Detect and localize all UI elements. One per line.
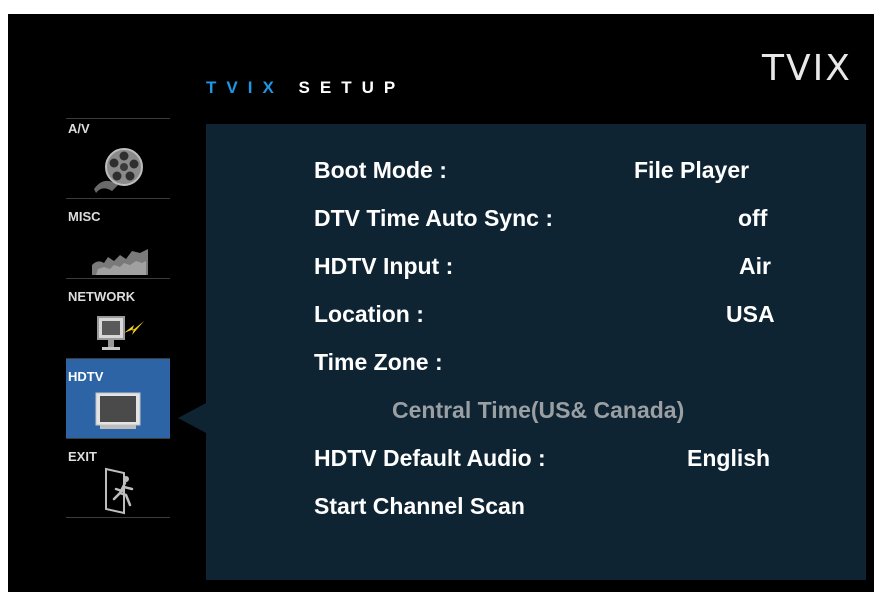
- page-title: TVIX SETUP: [206, 78, 405, 98]
- location-label[interactable]: Location :: [314, 301, 424, 328]
- start-channel-scan-button[interactable]: Start Channel Scan: [314, 493, 525, 520]
- sidebar-item-label: EXIT: [68, 449, 97, 464]
- tvix-logo: TVIX: [762, 48, 852, 89]
- location-value[interactable]: USA: [726, 301, 775, 328]
- active-item-pointer: [178, 402, 208, 434]
- sidebar-item-label: NETWORK: [68, 289, 136, 304]
- tvix-setup-screen: TVIX TVIX SETUP A/V MISC NETWORK HDTV EX…: [8, 14, 874, 592]
- dtv-time-auto-sync-label[interactable]: DTV Time Auto Sync :: [314, 205, 553, 232]
- sidebar-item-label: MISC: [68, 209, 101, 224]
- boot-mode-label[interactable]: Boot Mode :: [314, 157, 447, 184]
- sidebar-item-network[interactable]: NETWORK: [66, 278, 170, 358]
- gears-icon: [92, 249, 148, 275]
- sidebar-item-exit[interactable]: EXIT: [66, 438, 170, 518]
- time-zone-label[interactable]: Time Zone :: [314, 349, 443, 376]
- hdtv-default-audio-value[interactable]: English: [687, 445, 770, 472]
- sidebar-item-label: HDTV: [68, 369, 104, 384]
- hdtv-input-value[interactable]: Air: [739, 253, 771, 280]
- sidebar-item-av[interactable]: A/V: [66, 118, 170, 198]
- film-reel-icon: [94, 148, 143, 193]
- page-title-setup: SETUP: [298, 78, 406, 97]
- setup-sidebar: A/V MISC NETWORK HDTV EXIT: [66, 118, 170, 518]
- hdtv-input-label[interactable]: HDTV Input :: [314, 253, 453, 280]
- sidebar-item-hdtv[interactable]: HDTV: [66, 358, 170, 438]
- sidebar-item-misc[interactable]: MISC: [66, 198, 170, 278]
- dtv-time-auto-sync-value[interactable]: off: [738, 205, 767, 232]
- page-title-brand: TVIX: [206, 78, 284, 97]
- time-zone-value[interactable]: Central Time(US& Canada): [392, 397, 684, 424]
- sidebar-item-label: A/V: [68, 121, 90, 136]
- exit-door-icon: [105, 467, 134, 515]
- hdtv-settings-panel: Boot Mode : File Player DTV Time Auto Sy…: [206, 124, 866, 580]
- hdtv-default-audio-label[interactable]: HDTV Default Audio :: [314, 445, 546, 472]
- network-computer-icon: [97, 316, 144, 350]
- tv-icon: [95, 392, 141, 429]
- boot-mode-value[interactable]: File Player: [634, 157, 749, 184]
